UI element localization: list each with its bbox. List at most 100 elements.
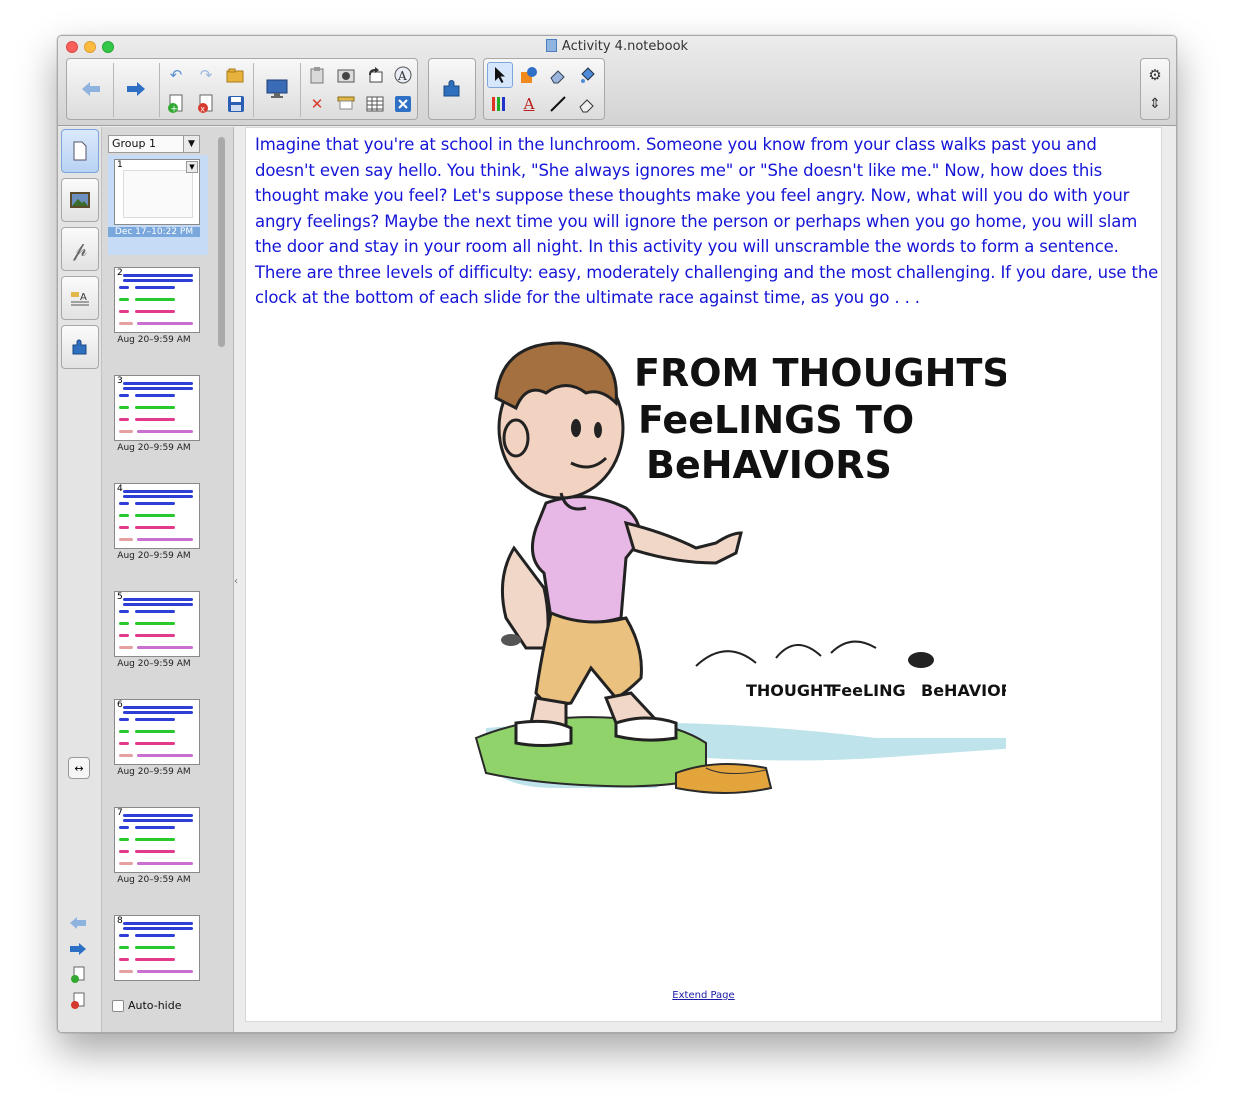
thumbnail-content-bar (123, 711, 193, 714)
extend-page-link[interactable]: Extend Page (246, 990, 1161, 1001)
display-button[interactable] (257, 62, 297, 116)
sorter-scrollbar[interactable] (218, 137, 226, 977)
screen-capture-button[interactable] (333, 62, 359, 88)
paste-button[interactable] (304, 62, 330, 88)
thumbnail-content-bar (119, 646, 133, 649)
tab-attachments[interactable]: 𝓅 (61, 227, 99, 271)
thumbnail-content-bar (135, 934, 175, 937)
thumbnail-preview[interactable]: 4 (114, 483, 200, 549)
thumbnail-content-bar (119, 862, 133, 865)
auto-hide-control[interactable]: Auto-hide (112, 999, 182, 1012)
reset-page-button[interactable] (362, 62, 388, 88)
undo-button[interactable]: ↶ (163, 62, 189, 88)
group-dropdown-label: Group 1 (112, 137, 156, 150)
addons-button[interactable] (432, 62, 472, 116)
camera-icon (337, 69, 355, 83)
thumbnail-preview[interactable]: 5 (114, 591, 200, 657)
text-tool-button[interactable]: A (516, 91, 542, 117)
notebook-page[interactable]: Imagine that you're at school in the lun… (245, 127, 1162, 1022)
save-button[interactable] (223, 91, 249, 117)
add-page-icon (71, 966, 85, 983)
page-thumbnail[interactable]: 2 Aug 20–9:59 AM (108, 263, 208, 363)
properties-icon: A (71, 292, 89, 306)
thumbnail-content-bar (123, 490, 193, 493)
sidebar-delete-page-button[interactable] (68, 991, 88, 1011)
eraser-tool-button[interactable] (545, 62, 571, 88)
group-dropdown[interactable]: Group 1 ▼ (108, 135, 200, 153)
add-page-button[interactable]: + (163, 91, 189, 117)
updown-arrow-icon: ⇕ (1149, 96, 1161, 112)
page-thumbnail[interactable]: 3 Aug 20–9:59 AM (108, 371, 208, 471)
move-toolbar-button[interactable]: ⇕ (1142, 91, 1168, 117)
tab-properties[interactable]: A (61, 276, 99, 320)
page-thumbnail[interactable]: 1 ▼ Dec 17–10:22 PM (108, 155, 208, 255)
page-thumbnail[interactable]: 8 (108, 911, 208, 983)
delete-x-icon: ✕ (310, 94, 324, 113)
thumbnail-content-bar (135, 730, 175, 733)
tab-page-sorter[interactable] (61, 129, 99, 173)
tab-addons[interactable] (61, 325, 99, 369)
save-icon (228, 96, 244, 112)
delete-page-icon (71, 992, 85, 1009)
forward-button[interactable] (116, 62, 156, 116)
thumbnail-preview[interactable]: 3 (114, 375, 200, 441)
thumbnail-content-bar (119, 826, 129, 829)
page-thumbnail[interactable]: 4 Aug 20–9:59 AM (108, 479, 208, 579)
thumbnail-content-bar (119, 946, 129, 949)
page-thumbnail[interactable]: 5 Aug 20–9:59 AM (108, 587, 208, 687)
sorter-scroll-thumb[interactable] (218, 137, 225, 347)
full-screen-button[interactable] (390, 91, 416, 117)
sidebar-add-page-button[interactable] (68, 965, 88, 985)
select-tool-button[interactable] (487, 62, 513, 88)
magic-eraser-button[interactable] (574, 91, 600, 117)
redo-button[interactable]: ↷ (193, 62, 219, 88)
thumbnail-content-bar (123, 387, 193, 390)
titlebar: Activity 4.notebook ↶ ↷ + x A ✕ A ⚙ ⇕ (58, 36, 1176, 126)
thumbnail-content-bar (135, 514, 175, 517)
open-button[interactable] (223, 62, 249, 88)
thumbnail-menu-icon[interactable]: ▼ (186, 161, 198, 173)
handwriting-button[interactable]: A (390, 62, 416, 88)
thumbnail-preview[interactable]: 8 (114, 915, 200, 981)
cartoon-illustration[interactable]: FROM THOUGHTS TO FeeLINGS TO BeHAVIORS T… (376, 318, 1006, 818)
window-title-container: Activity 4.notebook (58, 39, 1176, 54)
thumbnail-content-bar (123, 598, 193, 601)
intro-text[interactable]: Imagine that you're at school in the lun… (255, 132, 1160, 311)
insert-table-button[interactable] (362, 91, 388, 117)
screen-shade-button[interactable] (333, 91, 359, 117)
previous-page-button[interactable] (68, 913, 88, 933)
thumbnail-preview[interactable]: 1 ▼ (114, 159, 200, 225)
thumbnail-date: Aug 20–9:59 AM (117, 443, 191, 453)
monitor-icon (266, 79, 288, 98)
page-thumbnail[interactable]: 6 Aug 20–9:59 AM (108, 695, 208, 795)
tab-gallery[interactable] (61, 178, 99, 222)
back-button[interactable] (71, 62, 111, 116)
sidebar-resize-handle[interactable]: ‹ (234, 576, 244, 587)
svg-text:A: A (80, 292, 87, 303)
next-page-button[interactable] (68, 939, 88, 959)
addons-icon (72, 339, 87, 355)
thumbnail-content-bar (119, 526, 129, 529)
page-thumbnail[interactable]: 7 Aug 20–9:59 AM (108, 803, 208, 903)
pens-tool-button[interactable] (487, 91, 513, 117)
thumbnail-content-bar (135, 610, 175, 613)
delete-page-button[interactable]: x (193, 91, 219, 117)
thumbnail-preview[interactable]: 2 (114, 267, 200, 333)
paste-icon (310, 67, 324, 84)
thumbnail-preview[interactable]: 6 (114, 699, 200, 765)
fill-tool-button[interactable] (574, 62, 600, 88)
thumbnail-content-bar (135, 286, 175, 289)
thumbnail-number: 2 (117, 268, 123, 278)
line-tool-button[interactable] (545, 91, 571, 117)
thumbnail-date: Aug 20–9:59 AM (117, 551, 191, 561)
delete-button[interactable]: ✕ (304, 91, 330, 117)
shapes-tool-button[interactable] (516, 62, 542, 88)
thumbnail-preview[interactable]: 7 (114, 807, 200, 873)
thumbnail-content-bar (119, 718, 129, 721)
settings-button[interactable]: ⚙ (1142, 62, 1168, 88)
auto-hide-checkbox[interactable] (112, 999, 124, 1012)
close-box-icon (395, 96, 411, 112)
thumbnail-content-bar (137, 538, 193, 541)
screen-shade-icon (337, 96, 355, 110)
sidebar-side-toggle[interactable]: ↔ (68, 757, 90, 779)
